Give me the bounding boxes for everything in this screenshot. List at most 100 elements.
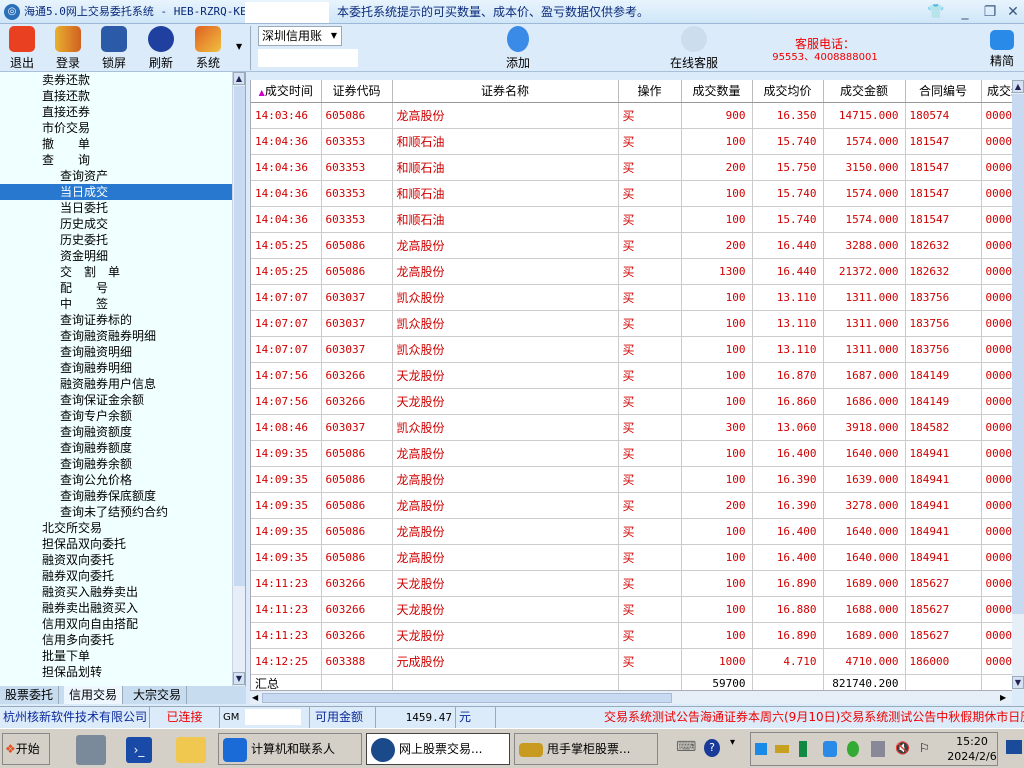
scroll-thumb[interactable] [234,86,245,586]
show-desktop-icon[interactable] [1006,740,1022,754]
tree-item[interactable]: 查询未了结预约合约 [60,504,168,520]
tree-item[interactable]: 资金明细 [60,248,108,264]
table-row[interactable]: 14:09:35 605086 龙高股份买 200 16.390 3278.000 1849… [251,492,1012,519]
tree-item[interactable]: 当日成交 [0,184,232,200]
tree-item[interactable]: 查询融券保底额度 [60,488,156,504]
table-row[interactable]: 14:09:35 605086 龙高股份买 100 16.400 1640.000 1849… [251,544,1012,571]
column-header[interactable]: 成交编号 [981,80,1012,103]
scroll-right-icon[interactable]: ▶ [1000,693,1006,702]
tree-scrollbar[interactable]: ▲ ▼ [232,72,245,686]
scroll-down-icon[interactable]: ▼ [233,672,245,685]
taskbar-item-robot[interactable]: 甩手掌柜股票... [514,733,658,765]
table-row[interactable]: 14:04:36 603353 和顺石油买 100 15.740 1574.000 1815… [251,180,1012,207]
tree-item[interactable]: 查询公允价格 [60,472,132,488]
tray-gold-icon[interactable] [775,745,789,753]
exit-button[interactable]: 退出 [0,26,44,71]
table-row[interactable]: 14:07:56 603266 天龙股份买 100 16.860 1686.000 1841… [251,388,1012,415]
add-button[interactable]: 添加 [496,26,540,71]
column-header[interactable]: 证券名称 [392,80,619,103]
tab-credit[interactable]: 信用交易 [64,686,124,704]
keyboard-icon[interactable]: ⌨ [676,739,696,755]
table-row[interactable]: 14:11:23 603266 天龙股份买 100 16.890 1689.000 1856… [251,622,1012,649]
tree-item[interactable]: 查询融资明细 [60,344,132,360]
tree-item[interactable]: 中 签 [60,296,108,312]
tree-item[interactable]: 查询融资额度 [60,424,132,440]
flag-icon[interactable]: ⚐ [919,741,930,755]
column-header[interactable]: 操作 [618,80,682,103]
tree-item[interactable]: 融资融券用户信息 [60,376,156,392]
system-button[interactable]: 系统 [186,26,230,71]
tree-item[interactable]: 融资双向委托 [42,552,114,568]
start-button[interactable]: ❖开始 [2,733,50,765]
network-icon[interactable] [871,741,885,757]
tray-meter-icon[interactable] [799,741,807,757]
column-header[interactable]: 成交均价 [752,80,824,103]
tree-item[interactable]: 担保品划转 [42,664,102,680]
tree-item[interactable]: 当日委托 [60,200,108,216]
table-row[interactable]: 14:04:36 603353 和顺石油买 100 15.740 1574.000 1815… [251,128,1012,155]
tree-item[interactable]: 市价交易 [42,120,90,136]
column-header[interactable]: 成交数量 [681,80,753,103]
table-hscrollbar[interactable]: ◀ ▶ [250,690,1012,704]
minimize-button[interactable]: _ [955,3,975,21]
tree-item[interactable]: 查询保证金余额 [60,392,144,408]
table-row[interactable]: 14:04:36 603353 和顺石油买 200 15.750 3150.000 1815… [251,154,1012,181]
online-service-button[interactable]: 在线客服 [664,26,724,71]
column-header[interactable]: 成交金额 [823,80,906,103]
column-header[interactable]: 证券代码 [321,80,393,103]
scroll-up-icon[interactable]: ▲ [233,72,245,85]
tab-stock[interactable]: 股票委托 [0,686,60,704]
scroll-left-icon[interactable]: ◀ [252,693,258,702]
scroll-up-icon[interactable]: ▲ [1012,80,1024,93]
tree-item[interactable]: 配 号 [60,280,108,296]
table-row[interactable]: 14:07:07 603037 凯众股份买 100 13.110 1311.000 1837… [251,284,1012,311]
table-row[interactable]: 14:09:35 605086 龙高股份买 100 16.390 1639.000 1849… [251,466,1012,493]
column-header[interactable]: 合同编号 [905,80,982,103]
show-hidden-icons[interactable]: ▾ [730,737,735,748]
explorer-icon[interactable] [176,737,206,763]
tree-item[interactable]: 查询资产 [60,168,108,184]
tree-item[interactable]: 担保品双向委托 [42,536,126,552]
tree-item[interactable]: 历史委托 [60,232,108,248]
table-vscrollbar[interactable]: ▲ ▼ [1012,80,1024,690]
close-button[interactable]: ✕ [1003,3,1023,21]
scroll-down-icon[interactable]: ▼ [1012,676,1024,689]
account-select[interactable]: 深圳信用账 ▼ [258,26,342,46]
tree-item[interactable]: 融资买入融券卖出 [42,584,138,600]
table-row[interactable]: 14:05:25 605086 龙高股份买 200 16.440 3288.000 1826… [251,232,1012,259]
tree-item[interactable]: 卖券还款 [42,72,90,88]
tree-item[interactable]: 信用多向委托 [42,632,114,648]
volume-muted-icon[interactable]: 🔇 [895,741,910,755]
scroll-thumb[interactable] [1012,94,1024,614]
column-header[interactable]: ▲成交时间 [251,80,322,103]
tree-item[interactable]: 信用双向自由搭配 [42,616,138,632]
restore-button[interactable]: ❐ [980,3,1000,21]
table-row[interactable]: 14:07:07 603037 凯众股份买 100 13.110 1311.000 1837… [251,336,1012,363]
tree-item[interactable]: 融券卖出融资买入 [42,600,138,616]
tree-item[interactable]: 查询融券余额 [60,456,132,472]
table-row[interactable]: 14:03:46 605086 龙高股份买 900 16.350 14715.000 180… [251,102,1012,129]
taskbar-item-trading[interactable]: 网上股票交易... [366,733,510,765]
tray-teamviewer-icon[interactable] [823,741,837,757]
tree-item[interactable]: 查询证券标的 [60,312,132,328]
table-row[interactable]: 14:08:46 603037 凯众股份买 300 13.060 3918.000 1845… [251,414,1012,441]
tree-item[interactable]: 北交所交易 [42,520,102,536]
tree-item[interactable]: 查询融券额度 [60,440,132,456]
table-row[interactable]: 14:09:35 605086 龙高股份买 100 16.400 1640.000 1849… [251,440,1012,467]
tree-item[interactable]: 融券双向委托 [42,568,114,584]
tree-item[interactable]: 直接还款 [42,88,90,104]
table-row[interactable]: 14:11:23 603266 天龙股份买 100 16.880 1688.000 1856… [251,596,1012,623]
table-row[interactable]: 14:12:25 603388 元成股份买 1000 4.710 4710.000 1860… [251,648,1012,675]
table-row[interactable]: 14:07:07 603037 凯众股份买 100 13.110 1311.000 1837… [251,310,1012,337]
login-button[interactable]: 登录 [46,26,90,71]
table-row[interactable]: 14:11:23 603266 天龙股份买 100 16.890 1689.000 1856… [251,570,1012,597]
tree-item[interactable]: 查询融券明细 [60,360,132,376]
clock[interactable]: 15:20 2024/2/6 [940,734,1004,764]
more-dropdown-icon[interactable]: ▼ [236,42,242,51]
server-manager-icon[interactable] [76,735,106,765]
compact-button[interactable]: 精简 [980,26,1024,69]
powershell-icon[interactable]: ›_ [126,737,152,763]
tree-item[interactable]: 查 询 [42,152,90,168]
table-row[interactable]: 14:04:36 603353 和顺石油买 100 15.740 1574.000 1815… [251,206,1012,233]
table-row[interactable]: 14:05:25 605086 龙高股份买 1300 16.440 21372.000 18… [251,258,1012,285]
